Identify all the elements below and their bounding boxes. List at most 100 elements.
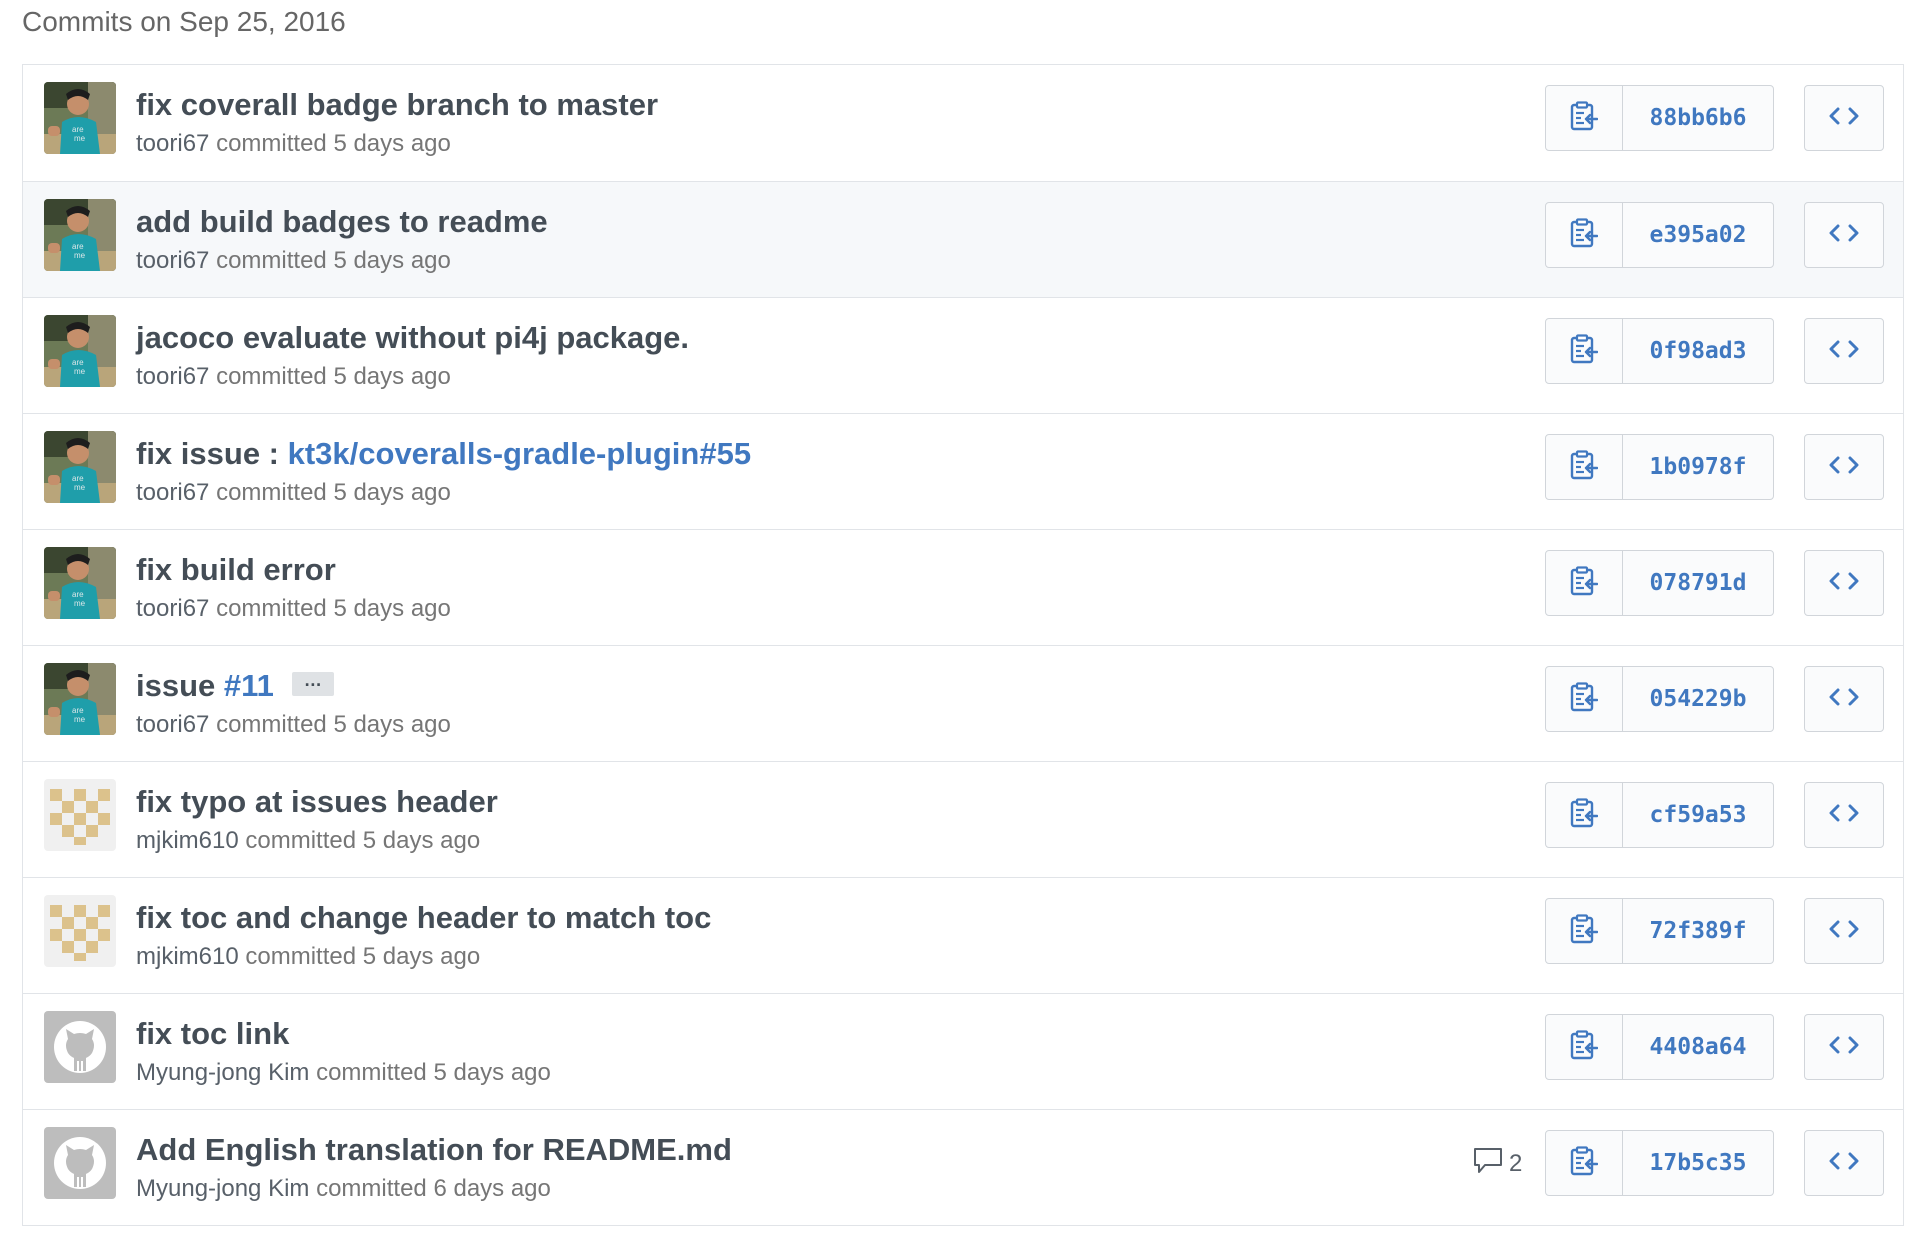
- code-icon: [1829, 1035, 1859, 1060]
- browse-repository-button[interactable]: [1804, 1014, 1884, 1080]
- commit-title-link[interactable]: kt3k/coveralls-gradle-plugin#55: [288, 436, 751, 471]
- commit-author[interactable]: mjkim610: [136, 827, 239, 854]
- clipboard-icon: [1570, 100, 1599, 136]
- copy-sha-button[interactable]: [1546, 86, 1623, 150]
- commit-title-text[interactable]: add build badges to readme: [136, 204, 548, 239]
- commit-title-text[interactable]: fix coverall badge branch to master: [136, 87, 658, 122]
- copy-sha-button[interactable]: [1546, 783, 1623, 847]
- commit-meta: toori67 committed 5 days ago: [136, 130, 451, 158]
- copy-sha-button[interactable]: [1546, 899, 1623, 963]
- commit-sha-link[interactable]: 88bb6b6: [1623, 86, 1773, 150]
- commit-sha-link[interactable]: e395a02: [1623, 203, 1773, 267]
- commit-row: are me jacoco evaluate without pi4j pack…: [23, 297, 1903, 413]
- commit-title-text[interactable]: issue: [136, 668, 224, 703]
- svg-text:are: are: [72, 706, 84, 715]
- copy-sha-button[interactable]: [1546, 1015, 1623, 1079]
- user-photo-avatar[interactable]: are me: [44, 315, 116, 387]
- committed-word: committed: [216, 247, 327, 274]
- commit-title[interactable]: fix toc and change header to match toc: [136, 900, 711, 936]
- commit-row: are me add build badges to readme toori67…: [23, 181, 1903, 297]
- copy-sha-button[interactable]: [1546, 435, 1623, 499]
- commit-title-text[interactable]: fix build error: [136, 552, 336, 587]
- clipboard-icon: [1570, 565, 1599, 601]
- browse-repository-button[interactable]: [1804, 898, 1884, 964]
- commit-sha-link[interactable]: 4408a64: [1623, 1015, 1773, 1079]
- commit-author[interactable]: toori67: [136, 711, 209, 738]
- commit-title-link[interactable]: #11: [224, 668, 274, 703]
- identicon-avatar[interactable]: [44, 779, 116, 851]
- user-photo-avatar[interactable]: are me: [44, 82, 116, 154]
- commit-title[interactable]: fix toc link: [136, 1016, 289, 1052]
- commit-time: 5 days ago: [333, 595, 451, 622]
- browse-repository-button[interactable]: [1804, 782, 1884, 848]
- browse-repository-button[interactable]: [1804, 550, 1884, 616]
- octocat-avatar[interactable]: [44, 1127, 116, 1199]
- commit-sha-link[interactable]: 17b5c35: [1623, 1131, 1773, 1195]
- commit-title[interactable]: fix typo at issues header: [136, 784, 498, 820]
- svg-text:are: are: [72, 242, 84, 251]
- commit-sha-link[interactable]: 72f389f: [1623, 899, 1773, 963]
- commit-author[interactable]: toori67: [136, 363, 209, 390]
- copy-sha-button[interactable]: [1546, 319, 1623, 383]
- commit-title[interactable]: jacoco evaluate without pi4j package.: [136, 320, 689, 356]
- committed-word: committed: [245, 943, 357, 970]
- commit-title-text[interactable]: fix toc link: [136, 1016, 289, 1051]
- identicon-avatar[interactable]: [44, 895, 116, 967]
- expand-description-button[interactable]: …: [291, 671, 334, 696]
- clipboard-icon: [1570, 1145, 1599, 1181]
- octocat-avatar[interactable]: [44, 1011, 116, 1083]
- svg-text:me: me: [74, 715, 86, 724]
- commit-sha-link[interactable]: cf59a53: [1623, 783, 1773, 847]
- commit-title[interactable]: fix build error: [136, 552, 336, 588]
- commit-sha-link[interactable]: 054229b: [1623, 667, 1773, 731]
- browse-repository-button[interactable]: [1804, 666, 1884, 732]
- commit-title[interactable]: issue #11 …: [136, 668, 334, 704]
- commit-time: 5 days ago: [362, 827, 481, 854]
- copy-sha-button[interactable]: [1546, 1131, 1623, 1195]
- commit-meta: mjkim610 committed 5 days ago: [136, 943, 480, 971]
- commit-sha-link[interactable]: 0f98ad3: [1623, 319, 1773, 383]
- commit-title[interactable]: fix coverall badge branch to master: [136, 87, 658, 123]
- commit-title-text[interactable]: fix issue :: [136, 436, 288, 471]
- commit-title-text[interactable]: fix typo at issues header: [136, 784, 498, 819]
- clipboard-icon: [1570, 1029, 1599, 1065]
- code-icon: [1829, 1151, 1859, 1176]
- commit-author[interactable]: toori67: [136, 130, 209, 157]
- commit-comments[interactable]: 2: [1473, 1147, 1523, 1180]
- user-photo-avatar[interactable]: are me: [44, 547, 116, 619]
- copy-sha-button[interactable]: [1546, 551, 1623, 615]
- commit-meta: toori67 committed 5 days ago: [136, 363, 451, 391]
- commit-list: are me fix coverall badge branch to mast…: [22, 64, 1904, 1226]
- commit-sha-link[interactable]: 078791d: [1623, 551, 1773, 615]
- code-icon: [1829, 687, 1859, 712]
- browse-repository-button[interactable]: [1804, 1130, 1884, 1196]
- browse-repository-button[interactable]: [1804, 85, 1884, 151]
- commit-author[interactable]: Myung-jong Kim: [136, 1059, 309, 1086]
- commit-title[interactable]: add build badges to readme: [136, 204, 548, 240]
- commit-meta: Myung-jong Kim committed 6 days ago: [136, 1175, 551, 1203]
- user-photo-avatar[interactable]: are me: [44, 663, 116, 735]
- user-photo-avatar[interactable]: are me: [44, 199, 116, 271]
- commit-author[interactable]: mjkim610: [136, 943, 239, 970]
- commit-author[interactable]: toori67: [136, 247, 209, 274]
- copy-sha-button[interactable]: [1546, 667, 1623, 731]
- commit-meta: Myung-jong Kim committed 5 days ago: [136, 1059, 551, 1087]
- commit-author[interactable]: toori67: [136, 595, 209, 622]
- sha-button-group: 17b5c35: [1545, 1130, 1774, 1196]
- commit-row: are me fix issue : kt3k/coveralls-gradle…: [23, 413, 1903, 529]
- commit-title[interactable]: fix issue : kt3k/coveralls-gradle-plugin…: [136, 436, 751, 472]
- commit-title-text[interactable]: Add English translation for README.md: [136, 1132, 732, 1167]
- commit-author[interactable]: toori67: [136, 479, 209, 506]
- commit-title-text[interactable]: fix toc and change header to match toc: [136, 900, 711, 935]
- commit-sha-link[interactable]: 1b0978f: [1623, 435, 1773, 499]
- comment-count: 2: [1509, 1150, 1523, 1177]
- browse-repository-button[interactable]: [1804, 202, 1884, 268]
- commit-author[interactable]: Myung-jong Kim: [136, 1175, 309, 1202]
- commit-time: 5 days ago: [333, 711, 451, 738]
- user-photo-avatar[interactable]: are me: [44, 431, 116, 503]
- commit-title[interactable]: Add English translation for README.md: [136, 1132, 732, 1168]
- browse-repository-button[interactable]: [1804, 434, 1884, 500]
- copy-sha-button[interactable]: [1546, 203, 1623, 267]
- browse-repository-button[interactable]: [1804, 318, 1884, 384]
- commit-title-text[interactable]: jacoco evaluate without pi4j package.: [136, 320, 689, 355]
